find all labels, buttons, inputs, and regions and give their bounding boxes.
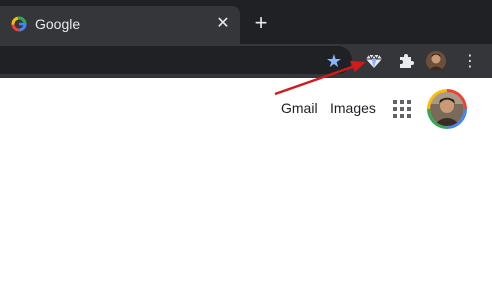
annotation-arrow (274, 61, 366, 96)
